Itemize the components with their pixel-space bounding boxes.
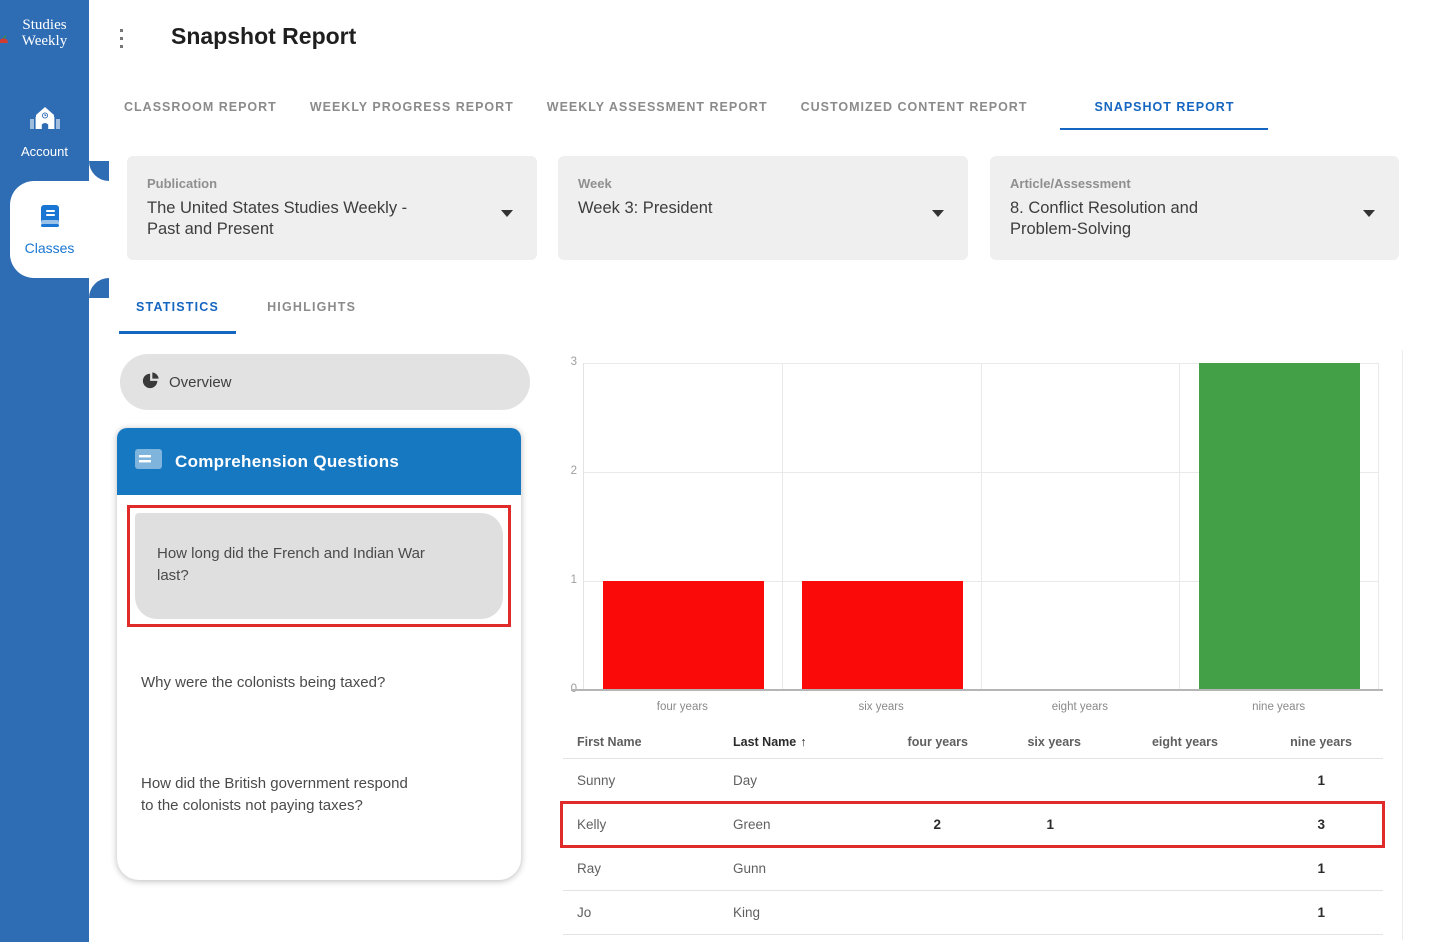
overview-button[interactable]: Overview [120,354,530,410]
cell-nine-years: 1 [1317,905,1325,920]
bar-six-years [801,581,963,690]
chart-x-labels: four years six years eight years nine years [563,701,1423,717]
column-header-first-name[interactable]: First Name [577,735,733,749]
sidebar-item-account[interactable]: Account [0,106,89,159]
logo-line-2: Weekly [21,32,68,49]
cell-first-name: Kelly [577,817,607,832]
gridline [1378,363,1379,690]
sidebar-item-label: Account [21,144,68,159]
sidebar: Studies Weekly Account [0,0,109,942]
panel-divider [1402,350,1403,940]
comprehension-questions-panel: Comprehension Questions How long did the… [117,428,521,880]
question-card-icon [135,449,162,474]
y-axis-tick-label: 1 [570,574,577,586]
table-row[interactable]: Ray Gunn 1 [563,847,1383,891]
view-subtabs: STATISTICS HIGHLIGHTS [119,296,373,334]
table-row[interactable]: Jo King 1 [563,891,1383,935]
cell-nine-years: 3 [1317,817,1325,832]
y-axis-tick-label: 3 [570,356,577,368]
tab-weekly-assessment-report[interactable]: WEEKLY ASSESSMENT REPORT [547,96,768,114]
subtab-highlights[interactable]: HIGHLIGHTS [250,296,373,334]
x-axis-label: four years [656,701,708,713]
tab-classroom-report[interactable]: CLASSROOM REPORT [124,96,277,114]
column-header-four-years[interactable]: four years [853,735,968,749]
students-table: First Name Last Name ↑ four years six yea… [560,726,1385,935]
publication-dropdown[interactable]: Publication The United States Studies We… [127,156,537,260]
table-row-highlighted[interactable]: Kelly Green 2 1 3 [560,801,1385,848]
table-row[interactable]: Sunny Day 1 [563,759,1383,803]
overview-label: Overview [169,373,232,391]
article-assessment-dropdown[interactable]: Article/Assessment 8. Conflict Resolutio… [990,156,1399,260]
sidebar-item-label: Classes [24,240,75,256]
column-header-nine-years[interactable]: nine years [1218,735,1352,749]
cell-first-name: Sunny [577,773,616,788]
dropdown-value: The United States Studies Weekly - Past … [147,199,408,238]
column-header-last-name[interactable]: Last Name ↑ [733,735,853,749]
table-header-row: First Name Last Name ↑ four years six yea… [563,726,1383,759]
report-tabs: CLASSROOM REPORT WEEKLY PROGRESS REPORT … [124,96,1269,130]
gridline [980,363,982,690]
page-title: Snapshot Report [171,23,357,49]
snapshot-report-page: Studies Weekly Account Classes Snapshot … [0,0,1431,942]
cell-last-name: King [733,905,761,920]
results-bar-chart: 0123 four yearssix yearseight yearsnine … [563,350,1423,725]
logo-line-1: Studies [22,17,67,33]
apple-icon [0,33,9,49]
chart-plot-area [583,363,1379,690]
menu-icon[interactable] [120,29,150,49]
dropdown-value: Week 3: President [578,199,713,217]
panel-header: Comprehension Questions [117,428,521,495]
dropdown-label: Article/Assessment [1010,176,1131,191]
cell-first-name: Ray [577,861,602,876]
dropdown-label: Week [578,176,612,191]
chart-y-axis: 0123 [563,350,577,725]
x-axis-label: nine years [1252,701,1306,713]
cell-nine-years: 1 [1317,773,1325,788]
cell-last-name: Day [733,773,758,788]
gridline [1179,363,1181,690]
caret-down-icon [1363,210,1375,217]
tab-weekly-progress-report[interactable]: WEEKLY PROGRESS REPORT [310,96,514,114]
cell-six-years: 1 [1046,817,1054,832]
bar-nine-years [1199,363,1361,690]
column-header-six-years[interactable]: six years [968,735,1081,749]
account-schoolhouse-icon [27,106,63,139]
week-dropdown[interactable]: Week Week 3: President [558,156,968,260]
question-item[interactable]: How did the British government respond t… [117,773,521,818]
sort-ascending-icon: ↑ [800,735,807,749]
cell-first-name: Jo [577,905,592,920]
question-item[interactable]: Why were the colonists being taxed? [117,672,521,695]
gridline [781,363,783,690]
cell-last-name: Gunn [733,861,767,876]
studies-weekly-logo: Studies Weekly [0,17,89,50]
pie-chart-icon [142,371,160,394]
nav-pill-curve-bottom [89,278,109,298]
nav-pill-curve-top [89,161,109,181]
question-item-selected[interactable]: How long did the French and Indian War l… [135,513,503,619]
caret-down-icon [932,210,944,217]
tab-customized-content-report[interactable]: CUSTOMIZED CONTENT REPORT [801,96,1028,114]
dropdown-label: Publication [147,176,218,191]
cell-last-name: Green [733,817,771,832]
tab-snapshot-report[interactable]: SNAPSHOT REPORT [1060,96,1269,130]
subtab-statistics[interactable]: STATISTICS [119,296,237,334]
sidebar-item-classes[interactable]: Classes [10,181,89,278]
book-icon [37,203,63,234]
x-axis-label: eight years [1051,701,1108,713]
column-header-eight-years[interactable]: eight years [1081,735,1218,749]
question-highlight-annotation: How long did the French and Indian War l… [127,505,511,627]
bar-four-years [602,581,764,690]
y-axis-tick-label: 2 [570,465,577,477]
panel-title: Comprehension Questions [175,451,400,471]
cell-nine-years: 1 [1317,861,1325,876]
caret-down-icon [501,210,513,217]
x-axis-label: six years [858,701,904,713]
dropdown-value: 8. Conflict Resolution and Problem-Solvi… [1010,199,1199,238]
cell-four-years: 2 [933,817,941,832]
chart-x-axis-line [571,689,1383,691]
